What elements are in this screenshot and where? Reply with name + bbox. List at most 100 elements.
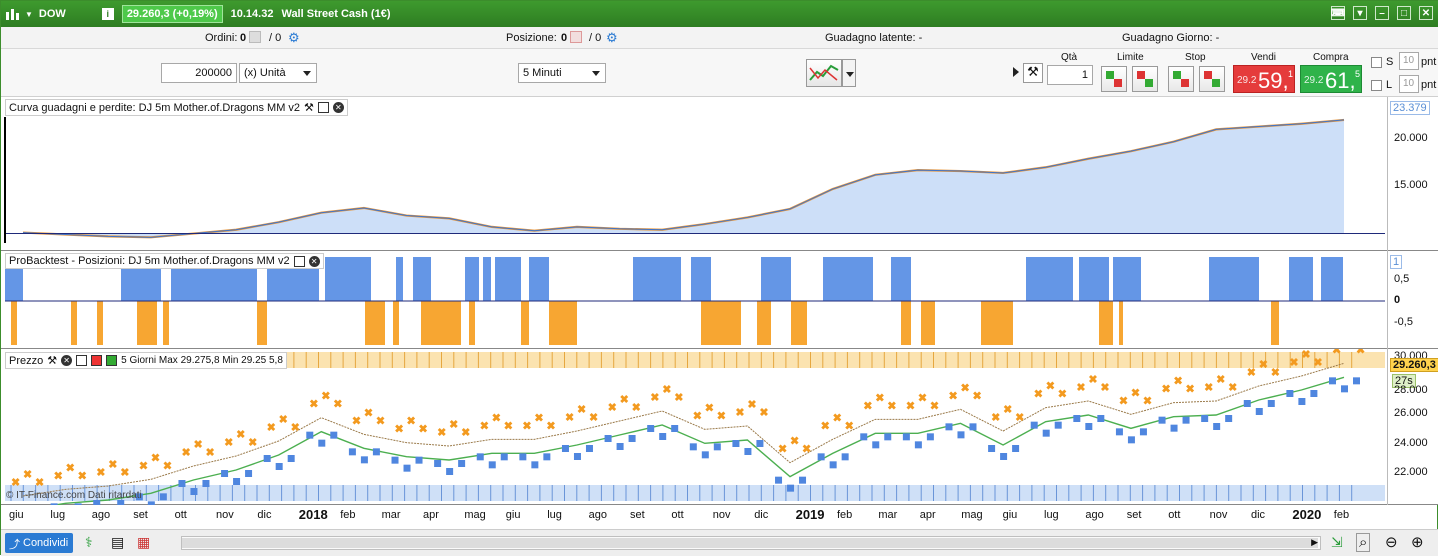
expand-arrow-icon[interactable] xyxy=(1013,67,1019,77)
strategy-chart-button[interactable] xyxy=(806,59,842,87)
wrench-icon[interactable]: ⚒ xyxy=(1023,63,1043,83)
short-position-block xyxy=(97,301,103,345)
long-entry-marker xyxy=(245,470,253,477)
zoom-out-icon[interactable]: ⊖ xyxy=(1385,533,1398,551)
month-label: dic xyxy=(1251,509,1266,521)
short-entry-marker: ✖ xyxy=(437,427,446,439)
timeframe-select[interactable]: 5 Minuti xyxy=(518,63,606,83)
long-entry-marker xyxy=(1310,390,1318,397)
long-entry-marker xyxy=(604,435,612,442)
qta-input[interactable]: 1 xyxy=(1047,65,1093,85)
month-label: ott xyxy=(1168,509,1181,521)
short-position-block xyxy=(521,301,529,345)
capital-input[interactable]: 200000 xyxy=(161,63,237,83)
stop-buy-button[interactable] xyxy=(1168,66,1194,92)
short-position-block xyxy=(257,301,267,345)
stop-loss-checkbox[interactable] xyxy=(1371,57,1382,68)
stop-sell-button[interactable] xyxy=(1199,66,1225,92)
maximize-pane-icon[interactable] xyxy=(293,255,305,267)
chevron-down-icon[interactable]: ▾ xyxy=(1353,6,1367,20)
wrench-icon[interactable]: ⚒ xyxy=(47,354,57,367)
take-profit-input[interactable]: 10 xyxy=(1399,75,1419,93)
maximize-pane-icon[interactable] xyxy=(317,102,329,113)
cancel-orders-icon[interactable] xyxy=(249,31,261,43)
table-icon[interactable]: ▦ xyxy=(137,534,150,551)
short-position-block xyxy=(365,301,385,345)
short-entry-marker: ✖ xyxy=(1259,359,1268,371)
strategy-dropdown[interactable] xyxy=(842,59,856,87)
short-entry-marker: ✖ xyxy=(546,420,555,432)
down-arrow-icon[interactable] xyxy=(91,355,103,366)
close-icon[interactable]: ✕ xyxy=(1419,6,1433,20)
short-entry-marker: ✖ xyxy=(1088,374,1097,386)
keyboard-icon[interactable]: ⌨ xyxy=(1331,6,1345,20)
close-pane-icon[interactable]: ✕ xyxy=(61,355,73,366)
short-entry-marker: ✖ xyxy=(181,447,190,459)
autoscroll-icon[interactable]: ⇲ xyxy=(1331,534,1343,551)
document-icon[interactable]: ▤ xyxy=(111,534,124,551)
scrollbar-thumb[interactable] xyxy=(182,538,1318,548)
short-entry-marker: ✖ xyxy=(662,384,671,396)
year-label: 2018 xyxy=(298,507,328,522)
stop-sell-icon xyxy=(1204,71,1220,87)
sell-button[interactable]: 29.2 59, 1 xyxy=(1233,65,1295,93)
short-entry-marker: ✖ xyxy=(236,429,245,441)
chart-type-icon[interactable] xyxy=(5,7,21,21)
maximize-icon[interactable]: □ xyxy=(1397,6,1411,20)
long-entry-marker xyxy=(957,431,965,439)
short-entry-marker: ✖ xyxy=(747,399,756,411)
long-position-block xyxy=(465,257,479,301)
limit-sell-button[interactable] xyxy=(1132,66,1158,92)
close-pane-icon[interactable]: ✕ xyxy=(308,255,320,267)
close-position-icon[interactable] xyxy=(570,31,582,43)
buy-button[interactable]: 29.2 61, 5 xyxy=(1300,65,1362,93)
month-label: set xyxy=(133,509,148,521)
short-entry-marker: ✖ xyxy=(802,444,811,456)
wrench-icon[interactable]: ⚒ xyxy=(304,101,314,114)
indicators-icon[interactable]: ⚕ xyxy=(85,534,93,551)
stop-loss-input[interactable]: 10 xyxy=(1399,52,1419,70)
maximize-pane-icon[interactable] xyxy=(76,355,88,366)
short-entry-marker: ✖ xyxy=(863,400,872,412)
zoom-in-icon[interactable]: ⊕ xyxy=(1411,533,1424,551)
short-position-block xyxy=(701,301,741,345)
share-button[interactable]: ⤴ Condividi xyxy=(5,533,73,553)
close-pane-icon[interactable]: ✕ xyxy=(332,102,344,113)
gear-icon[interactable]: ⚙ xyxy=(606,30,618,46)
short-entry-marker: ✖ xyxy=(1162,384,1171,396)
short-entry-marker: ✖ xyxy=(972,390,981,402)
long-entry-marker xyxy=(713,443,721,451)
long-entry-marker xyxy=(872,441,880,449)
short-entry-marker: ✖ xyxy=(790,436,799,448)
symbol-label[interactable]: DOW xyxy=(39,8,66,20)
short-entry-marker: ✖ xyxy=(632,402,641,414)
short-entry-marker: ✖ xyxy=(991,412,1000,424)
long-position-block xyxy=(1113,257,1141,301)
unit-select[interactable]: (x) Unità xyxy=(239,63,317,83)
long-entry-marker xyxy=(945,423,953,431)
watermark: © IT-Finance.com Dati ritardati xyxy=(6,490,142,501)
short-entry-marker: ✖ xyxy=(1143,395,1152,407)
long-entry-marker xyxy=(159,493,167,501)
long-position-block xyxy=(495,257,521,301)
chart-scrollbar[interactable]: ◀ ▶ xyxy=(181,536,1321,550)
equity-last-value: 23.379 xyxy=(1390,101,1430,115)
short-entry-marker: ✖ xyxy=(480,420,489,432)
long-entry-marker xyxy=(391,456,399,464)
short-entry-marker: ✖ xyxy=(352,415,361,427)
up-arrow-icon[interactable] xyxy=(106,355,118,366)
zoom-select-icon[interactable]: ⌕ xyxy=(1356,533,1371,552)
price-pane: ✖ ✖ ✖ ✖ ✖ ✖ ✖ ✖ ✖ ✖ ✖ ✖ ✖ ✖ ✖ ✖ ✖ ✖ ✖ ✖ ✖ ✖ ✖ ✖ ✖ ✖ ✖ ✖ ✖ ✖ ✖ ✖ ✖ ✖ ✖ ✖ ✖ ✖ ✖ ✖… xyxy=(1,349,1438,505)
long-entry-marker xyxy=(585,445,593,452)
chevron-down-icon[interactable]: ▼ xyxy=(25,10,33,19)
limit-buy-button[interactable] xyxy=(1101,66,1127,92)
gear-icon[interactable]: ⚙ xyxy=(288,30,300,46)
scroll-right-icon[interactable]: ▶ xyxy=(1311,537,1318,548)
month-label: lug xyxy=(1044,509,1059,521)
short-entry-marker: ✖ xyxy=(407,416,416,428)
minimize-icon[interactable]: – xyxy=(1375,6,1389,20)
ordini-label: Ordini: xyxy=(205,32,238,44)
take-profit-checkbox[interactable] xyxy=(1371,80,1382,91)
long-entry-marker xyxy=(701,451,709,459)
info-icon[interactable]: i xyxy=(101,8,114,20)
